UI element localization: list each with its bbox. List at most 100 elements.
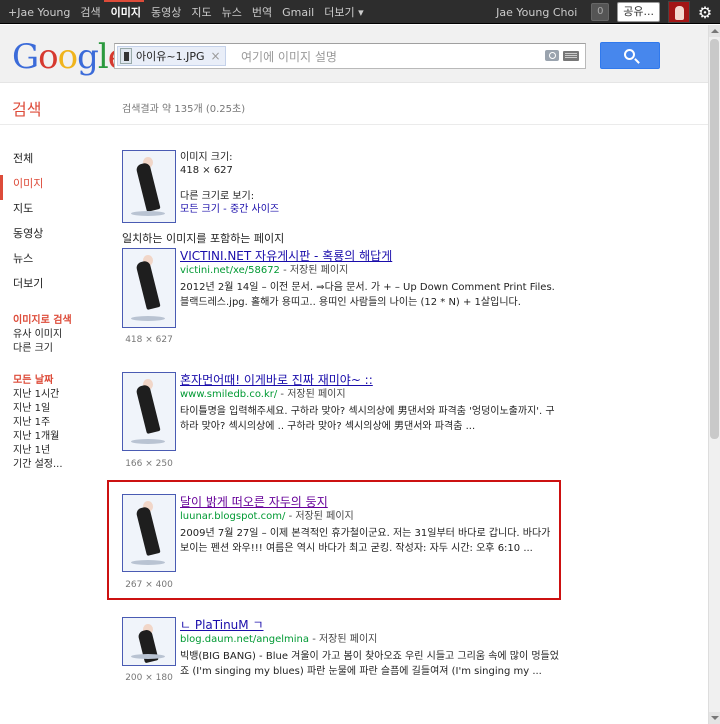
notification-count[interactable]: 0: [591, 3, 610, 21]
top-nav-translate[interactable]: 번역: [252, 4, 272, 20]
sidebar-item-videos[interactable]: 동영상: [0, 225, 110, 250]
result-title-link[interactable]: ㄴ PlaTinuM ㄱ: [180, 617, 560, 633]
result-snippet: 타이틀명을 입력해주세요. 구하라 맞아? 섹시의상에 男댄서와 파격춤 '엉덩…: [180, 406, 555, 432]
top-nav: +Jae Young 검색 이미지 동영상 지도 뉴스 번역 Gmail 더보기…: [8, 0, 374, 24]
result-thumbnail[interactable]: [122, 617, 176, 666]
top-nav-maps[interactable]: 지도: [191, 4, 211, 20]
result-url-text: www.smiledb.co.kr/: [180, 389, 278, 400]
scroll-up-icon[interactable]: [709, 25, 720, 37]
image-search-tools: 이미지로 검색 유사 이미지 다른 크기: [0, 314, 110, 356]
top-nav-videos[interactable]: 동영상: [151, 4, 181, 20]
thumbnail-figure: [135, 162, 161, 212]
result-dimensions: 166 × 250: [125, 459, 173, 469]
camera-icon[interactable]: [545, 50, 559, 61]
result-title-link[interactable]: 혼자먼어때! 이게바로 진짜 재미야~ ::: [180, 372, 560, 388]
share-button[interactable]: 공유...: [617, 2, 660, 22]
matching-pages-heading: 일치하는 이미지를 포함하는 페이지: [122, 232, 285, 245]
thumbnail-shadow: [131, 654, 165, 659]
result-thumbnail[interactable]: [122, 372, 176, 451]
result-url: blog.daum.net/angelmina - 저장된 페이지: [180, 633, 560, 647]
top-nav-search[interactable]: 검색: [80, 4, 100, 20]
keyboard-icon[interactable]: [563, 51, 579, 61]
query-thumbnail-icon: [120, 48, 132, 64]
date-filter-hour[interactable]: 지난 1시간: [13, 388, 110, 402]
thumbnail-figure: [135, 260, 161, 310]
query-image-chip[interactable]: 아이유~1.JPG ×: [117, 46, 226, 66]
scroll-down-icon[interactable]: [709, 712, 720, 724]
remove-icon[interactable]: ×: [210, 49, 220, 63]
result-url: luunar.blogspot.com/ - 저장된 페이지: [180, 510, 560, 524]
result-url: victini.net/xe/58672 - 저장된 페이지: [180, 264, 560, 278]
result-snippet: 2009년 7월 27일 – 이제 본격적인 휴가철이군요. 저는 31일부터 …: [180, 528, 551, 554]
avatar[interactable]: [668, 1, 690, 23]
query-image-name: 아이유~1.JPG: [136, 50, 205, 63]
page-title: 검색: [12, 100, 42, 119]
result-title-link[interactable]: VICTINI.NET 자유게시판 - 혹룡의 해답게: [180, 248, 560, 264]
top-bar-account: Jae Young Choi 0 공유... ⚙: [496, 0, 714, 24]
search-result: 혼자먼어때! 이게바로 진짜 재미야~ :: www.smiledb.co.kr…: [180, 372, 560, 434]
top-nav-news[interactable]: 뉴스: [222, 4, 242, 20]
date-filter-year[interactable]: 지난 1년: [13, 444, 110, 458]
result-url: www.smiledb.co.kr/ - 저장된 페이지: [180, 388, 560, 402]
image-search-head: 이미지로 검색: [13, 315, 72, 326]
date-filter-day[interactable]: 지난 1일: [13, 402, 110, 416]
top-nav-gmail[interactable]: Gmail: [282, 6, 314, 19]
image-size-label: 이미지 크기:: [180, 152, 233, 163]
sidebar-item-all[interactable]: 전체: [0, 150, 110, 175]
vertical-scrollbar[interactable]: [708, 25, 720, 724]
search-input[interactable]: 아이유~1.JPG × 여기에 이미지 설명: [114, 43, 586, 69]
cached-page-link[interactable]: - 저장된 페이지: [280, 265, 348, 276]
search-button[interactable]: [600, 42, 660, 69]
other-sizes-link[interactable]: 다른 크기: [13, 342, 110, 356]
search-result: 달이 밝게 떠오른 자두의 둥지 luunar.blogspot.com/ - …: [180, 494, 560, 556]
thumbnail-shadow: [131, 439, 165, 444]
image-info: 이미지 크기: 418 × 627 다른 크기로 보기: 모든 크기 - 중간 …: [180, 151, 279, 216]
date-filter-tools: 모든 날짜 지난 1시간 지난 1일 지난 1주 지난 1개월 지난 1년 기간…: [0, 374, 110, 472]
thumbnail-figure: [135, 384, 161, 434]
similar-images-link[interactable]: 유사 이미지: [13, 328, 110, 342]
search-header: Google 아이유~1.JPG × 여기에 이미지 설명: [0, 25, 720, 83]
thumbnail-figure: [135, 506, 161, 556]
other-sizes-links[interactable]: 모든 크기 - 중간 사이즈: [180, 203, 279, 216]
search-result: VICTINI.NET 자유게시판 - 혹룡의 해답게 victini.net/…: [180, 248, 560, 310]
thumbnail-shadow: [131, 560, 165, 565]
scrollbar-thumb[interactable]: [710, 39, 719, 439]
result-url-text: luunar.blogspot.com/: [180, 511, 286, 522]
result-snippet: 2012년 2월 14일 – 이전 문서. ⇒다음 문서. 가 + – Up D…: [180, 282, 555, 308]
search-placeholder: 여기에 이미지 설명: [241, 50, 337, 64]
sidebar-item-news[interactable]: 뉴스: [0, 250, 110, 275]
sidebar-item-maps[interactable]: 지도: [0, 200, 110, 225]
image-size-value: 418 × 627: [180, 165, 233, 176]
result-dimensions: 418 × 627: [125, 335, 173, 345]
date-filter-head: 모든 날짜: [13, 375, 54, 386]
divider: [0, 124, 708, 125]
cached-page-link[interactable]: - 저장된 페이지: [309, 634, 377, 645]
result-title-link[interactable]: 달이 밝게 떠오른 자두의 둥지: [180, 494, 560, 510]
result-stats: 검색결과 약 135개 (0.25초): [122, 104, 246, 115]
thumbnail-shadow: [131, 316, 165, 321]
result-url-text: victini.net/xe/58672: [180, 265, 280, 276]
sidebar-item-more[interactable]: 더보기: [0, 275, 110, 300]
date-filter-month[interactable]: 지난 1개월: [13, 430, 110, 444]
user-name[interactable]: Jae Young Choi: [496, 6, 577, 19]
gear-icon[interactable]: ⚙: [696, 3, 714, 22]
result-thumbnail[interactable]: [122, 494, 176, 572]
left-sidebar: 전체 이미지 지도 동영상 뉴스 더보기 이미지로 검색 유사 이미지 다른 크…: [0, 150, 110, 472]
date-filter-week[interactable]: 지난 1주: [13, 416, 110, 430]
sidebar-item-images[interactable]: 이미지: [0, 175, 110, 200]
result-dimensions: 200 × 180: [125, 673, 173, 683]
cached-page-link[interactable]: - 저장된 페이지: [277, 389, 345, 400]
result-thumbnail[interactable]: [122, 248, 176, 328]
other-sizes-label: 다른 크기로 보기:: [180, 191, 255, 202]
top-nav-images[interactable]: 이미지: [111, 4, 141, 20]
result-url-text: blog.daum.net/angelmina: [180, 634, 310, 645]
result-snippet: 빅뱅(BIG BANG) - Blue 겨울이 가고 봄이 찾아오죠 우린 시들…: [180, 651, 559, 677]
google-logo[interactable]: Google: [12, 37, 128, 77]
top-nav-profile[interactable]: +Jae Young: [8, 6, 70, 19]
query-image-thumbnail[interactable]: [122, 150, 176, 223]
top-nav-more[interactable]: 더보기 ▾: [324, 4, 363, 20]
thumbnail-shadow: [131, 211, 165, 216]
date-filter-custom[interactable]: 기간 설정...: [13, 458, 110, 472]
cached-page-link[interactable]: - 저장된 페이지: [285, 511, 354, 522]
search-result: ㄴ PlaTinuM ㄱ blog.daum.net/angelmina - 저…: [180, 617, 560, 679]
